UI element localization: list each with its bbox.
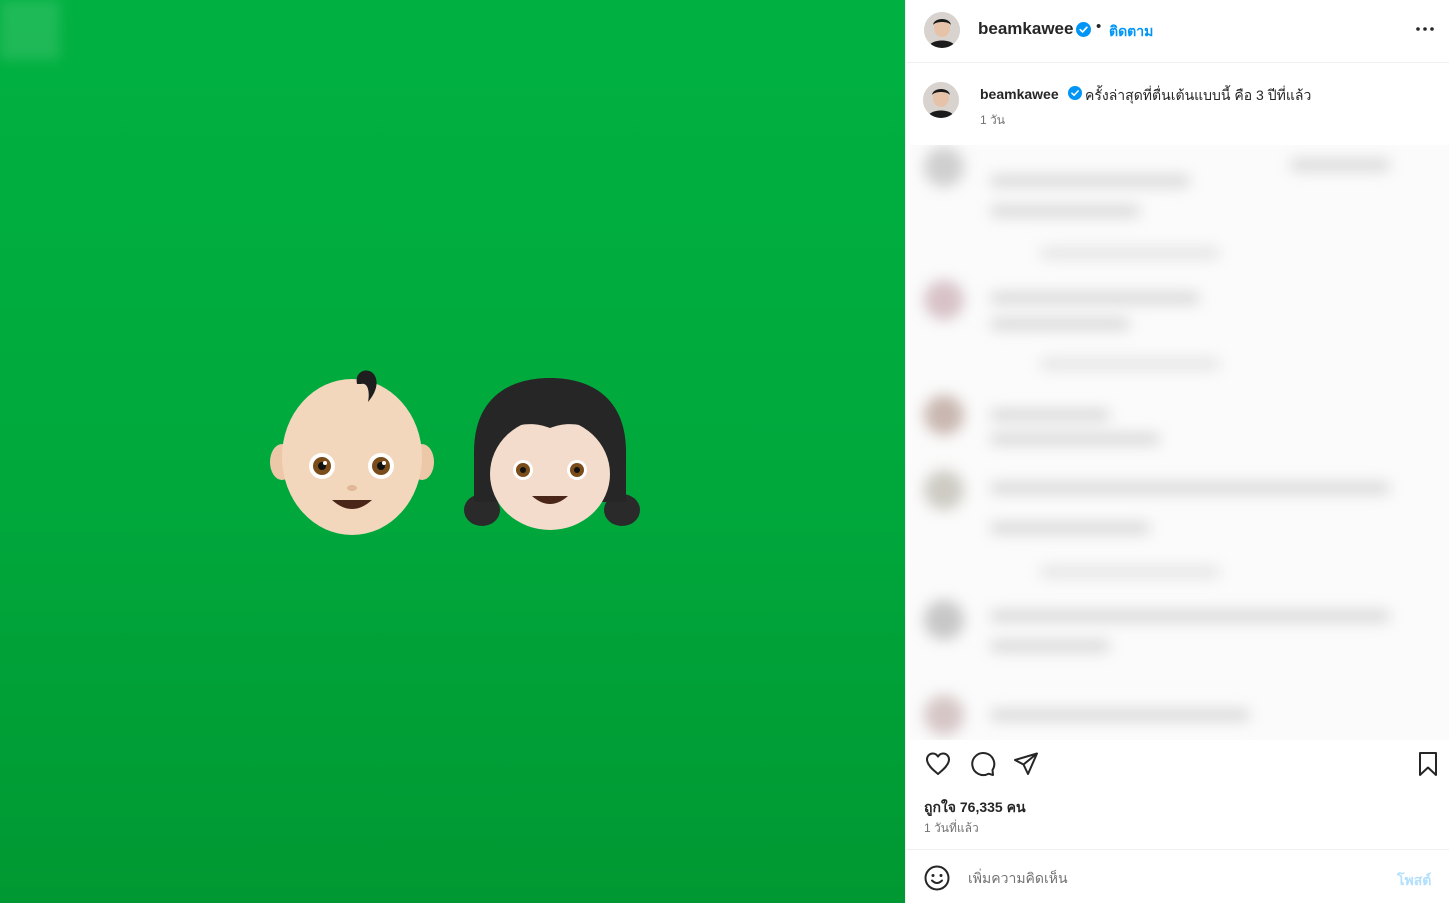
post-media[interactable]: [0, 0, 905, 903]
comment-icon[interactable]: [968, 750, 996, 778]
verified-badge-icon: [1076, 22, 1091, 37]
caption-username[interactable]: beamkawee: [980, 86, 1059, 102]
separator-dot: •: [1096, 18, 1102, 35]
caption-text: ครั้งล่าสุดที่ตื่นเต้นแบบนี้ คือ 3 ปีที่…: [1085, 87, 1312, 103]
post-caption: beamkawee ครั้งล่าสุดที่ตื่นเต้นแบบนี้ ค…: [906, 64, 1449, 144]
verified-badge-icon: [1068, 86, 1082, 100]
post-timestamp: 1 วันที่แล้ว: [924, 821, 979, 835]
blurred-corner: [0, 0, 60, 60]
bookmark-icon[interactable]: [1414, 750, 1442, 778]
avatar[interactable]: [924, 12, 960, 48]
list-item: [910, 470, 1449, 585]
comment-input[interactable]: [968, 866, 1368, 890]
list-item: [910, 600, 1449, 680]
post-comment-button[interactable]: โพสต์: [1397, 870, 1431, 892]
likes-count[interactable]: ถูกใจ 76,335 คน: [924, 797, 1026, 819]
follow-button[interactable]: ติดตาม: [1109, 21, 1153, 43]
send-icon[interactable]: [1012, 750, 1040, 778]
baby-emoji-icon: [270, 370, 434, 535]
list-item: [910, 395, 1449, 465]
post-header: beamkawee • ติดตาม: [906, 0, 1449, 63]
post-side-panel: beamkawee • ติดตาม beamkawee ครั้งล่าสุด…: [905, 0, 1449, 903]
list-item: [910, 695, 1449, 740]
girl-emoji-icon: [464, 378, 640, 530]
list-item: [910, 280, 1449, 380]
username[interactable]: beamkawee: [978, 19, 1073, 39]
avatar[interactable]: [923, 82, 959, 118]
caption-time: 1 วัน: [980, 113, 1005, 127]
more-horizontal-icon[interactable]: [1414, 18, 1436, 40]
comment-box: โพสต์: [906, 849, 1449, 903]
heart-icon[interactable]: [924, 750, 952, 778]
post-actions: [906, 741, 1449, 791]
list-item: [910, 145, 1449, 265]
comments-list[interactable]: [910, 145, 1449, 740]
emoji-smile-icon[interactable]: [923, 864, 951, 892]
emoji-pair: [270, 370, 640, 535]
